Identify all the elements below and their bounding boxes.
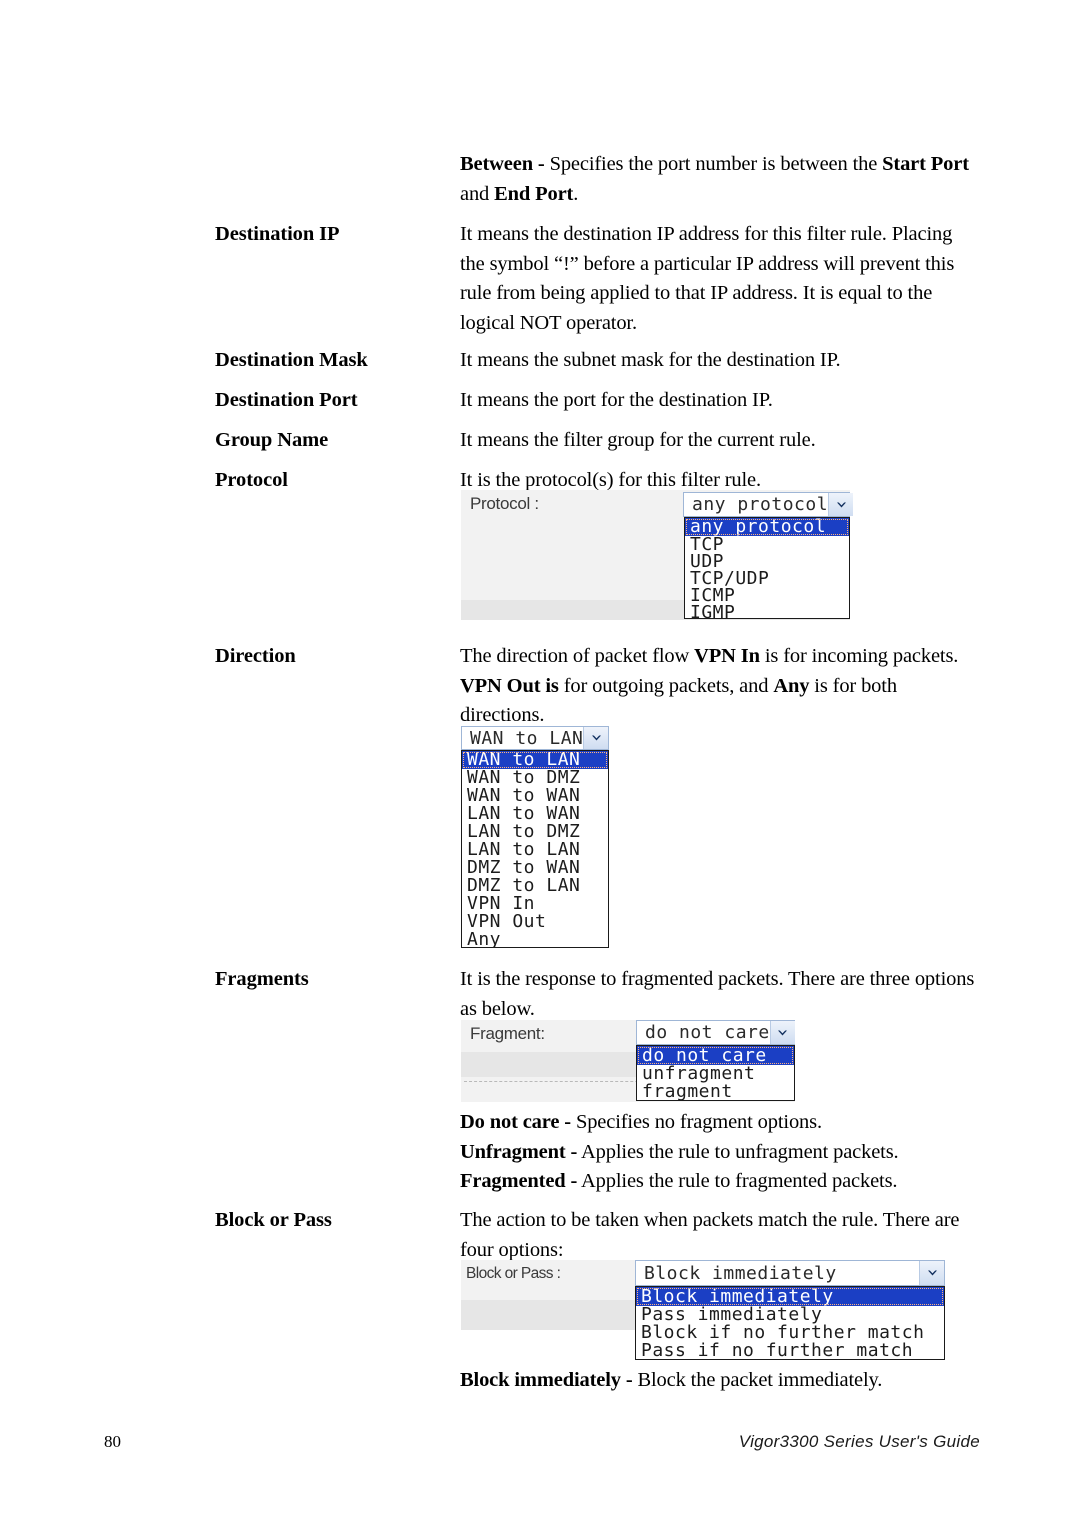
desc-line: rule from being applied to that IP addre… [460,282,933,304]
protocol-select[interactable]: any protocol [683,492,854,517]
direction-bold-vpn-in: VPN In [694,645,760,667]
note-bold: Do not care - [460,1111,571,1133]
protocol-option-list[interactable]: any protocol TCP UDP TCP/UDP ICMP IGMP [684,517,850,619]
desc-line: It means the subnet mask for the destina… [460,349,841,371]
desc-line: the symbol “!” before a particular IP ad… [460,252,955,275]
desc-line: VPN Out is for outgoing packets, and Any… [460,672,1015,702]
desc-direction: The direction of packet flow VPN In is f… [460,642,1015,731]
blockpass-select[interactable]: Block immediately [635,1260,945,1286]
option-item[interactable]: Pass if no further match [636,1342,944,1360]
fragment-note-fragmented: Fragmented - Applies the rule to fragmen… [460,1167,898,1197]
desc-line: It means the filter group for the curren… [460,429,816,451]
direction-select[interactable]: WAN to LAN [461,726,609,750]
term-group-name: Group Name [215,429,329,451]
blockpass-field-label: Block or Pass : [466,1265,561,1282]
note-bold: Unfragment - [460,1140,578,1163]
desc-destination-port: It means the port for the destination IP… [460,386,1015,416]
term-direction: Direction [215,645,296,667]
note-bold: Fragmented - [460,1170,578,1192]
entry-direction: Direction The direction of packet flow V… [215,642,1015,731]
fragment-field-label: Fragment: [470,1024,545,1043]
intro-bold-start-port: Start Port [882,153,969,175]
entry-destination-port: Destination Port It means the port for t… [215,386,1015,416]
chevron-down-icon[interactable] [919,1261,944,1285]
note-text: Applies the rule to fragmented packets. [577,1170,898,1192]
chevron-down-icon[interactable] [583,727,609,749]
footer-guide-title: Vigor3300 Series User's Guide [738,1432,980,1451]
direction-bold-any: Any [773,674,810,697]
term-destination-port: Destination Port [215,389,358,411]
note-text: Block the packet immediately. [632,1369,883,1391]
desc-group-name: It means the filter group for the curren… [460,426,1015,456]
blockpass-select-value: Block immediately [644,1262,837,1284]
protocol-select-value: any protocol [692,494,829,515]
desc-block-or-pass: The action to be taken when packets matc… [460,1206,1015,1265]
desc-line: The direction of packet flow VPN In is f… [460,642,1015,672]
desc-line: It means the destination IP address for … [460,223,953,245]
chevron-down-icon[interactable] [828,493,854,516]
entry-destination-mask: Destination Mask It means the subnet mas… [215,346,1015,376]
intro-bold-end-port: End Port [494,182,574,205]
direction-option-list[interactable]: WAN to LAN WAN to DMZ WAN to WAN LAN to … [461,750,609,948]
direction-select-value: WAN to LAN [470,727,584,749]
blockpass-note: Block immediately - Block the packet imm… [460,1366,882,1396]
entry-group-name: Group Name It means the filter group for… [215,426,1015,456]
direction-text-4: is for both [809,674,897,697]
chevron-down-icon[interactable] [769,1021,795,1044]
entry-destination-ip: Destination IP It means the destination … [215,220,1015,338]
fragment-select-value: do not care [645,1022,770,1043]
desc-line: The action to be taken when packets matc… [460,1209,960,1231]
direction-text-2: is for incoming packets. [759,645,959,667]
direction-text-3: for outgoing packets, and [558,674,774,697]
desc-destination-mask: It means the subnet mask for the destina… [460,346,1015,376]
page-number: 80 [104,1432,121,1451]
protocol-field-label: Protocol : [470,494,539,513]
blockpass-option-list[interactable]: Block immediately Pass immediately Block… [635,1286,945,1360]
term-protocol: Protocol [215,469,288,491]
option-item[interactable]: IGMP [685,604,849,619]
fragment-option-list[interactable]: do not care unfragment fragment [636,1045,795,1101]
intro-paragraph-line-2: and End Port. [460,180,578,210]
intro-text-1: Specifies the port number is between the [544,153,883,175]
term-destination-ip: Destination IP [215,223,340,245]
entry-block-or-pass: Block or Pass The action to be taken whe… [215,1206,1015,1265]
entry-fragments: Fragments It is the response to fragment… [215,965,1015,1024]
desc-line: It means the port for the destination IP… [460,389,773,411]
direction-text-1: The direction of packet flow [460,645,695,667]
note-text: Applies the rule to unfragment packets. [577,1140,899,1163]
note-bold: Block immediately - [460,1369,633,1391]
option-item[interactable]: fragment [637,1083,794,1101]
term-fragments: Fragments [215,968,309,990]
intro-bold-between: Between - [460,153,545,175]
intro-text-3: . [573,182,579,205]
option-item[interactable]: Any [462,931,608,948]
intro-paragraph-line-1: Between - Specifies the port number is b… [460,150,969,180]
fragment-note-do-not-care: Do not care - Specifies no fragment opti… [460,1108,822,1138]
direction-bold-vpn-out: VPN Out is [460,674,559,697]
note-text: Specifies no fragment options. [570,1111,822,1133]
intro-text-2: and [460,182,495,205]
fragment-select[interactable]: do not care [636,1020,795,1045]
desc-line: logical NOT operator. [460,311,637,334]
desc-line: It is the response to fragmented packets… [460,968,975,990]
term-block-or-pass: Block or Pass [215,1209,332,1231]
term-destination-mask: Destination Mask [215,349,368,371]
desc-destination-ip: It means the destination IP address for … [460,220,1015,338]
desc-fragments: It is the response to fragmented packets… [460,965,1015,1024]
fragment-note-unfragment: Unfragment - Applies the rule to unfragm… [460,1138,899,1168]
